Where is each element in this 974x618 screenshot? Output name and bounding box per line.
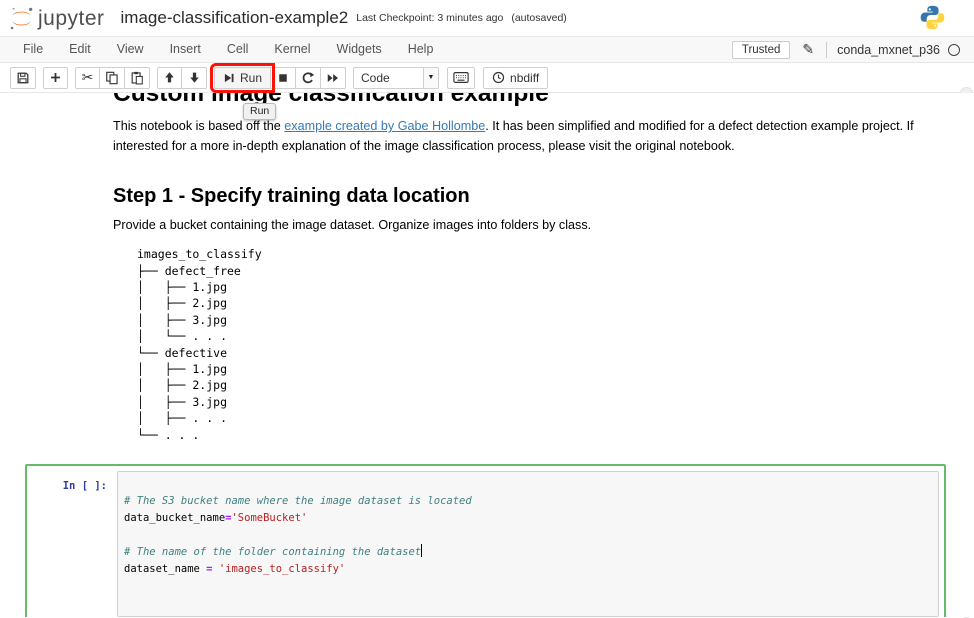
code-line: # The name of the folder containing the … xyxy=(124,544,932,561)
autosave-status: (autosaved) xyxy=(511,12,567,24)
gabe-hollombe-link[interactable]: example created by Gabe Hollombe xyxy=(284,119,485,133)
tree-line: ├── defect_free xyxy=(137,263,241,278)
tree-line: │ ├── 2.jpg xyxy=(137,378,228,393)
menu-file[interactable]: File xyxy=(10,37,56,62)
nbdiff-icon xyxy=(492,71,505,84)
run-tooltip: Run xyxy=(243,103,277,120)
tree-line: │ ├── 3.jpg xyxy=(137,394,228,409)
tree-line: └── . . . xyxy=(137,427,200,442)
save-icon xyxy=(17,72,29,83)
move-cell-down-button[interactable] xyxy=(182,66,207,89)
move-up-icon xyxy=(165,72,174,83)
tree-line: │ ├── 1.jpg xyxy=(137,362,228,377)
move-down-icon xyxy=(189,72,199,83)
nbdiff-button-label: nbdiff xyxy=(510,70,540,85)
cell-prompt: In [ ]: xyxy=(62,480,107,493)
kernel-status-icon xyxy=(948,43,960,56)
code-string: 'images_to_classify' xyxy=(218,563,346,576)
menubar: File Edit View Insert Cell Kernel Widget… xyxy=(0,36,974,63)
tree-line: │ ├── 3.jpg xyxy=(137,312,228,327)
step1-paragraph: Provide a bucket containing the image da… xyxy=(113,218,592,233)
jupyter-logo[interactable]: jupyter xyxy=(8,5,105,32)
tree-line: │ ├── 1.jpg xyxy=(137,280,228,295)
restart-icon xyxy=(302,71,315,83)
cell-type-dropdown[interactable]: Code ▼ xyxy=(353,66,440,89)
checkpoint-status: Last Checkpoint: 3 minutes ago xyxy=(356,12,504,24)
paste-icon xyxy=(131,71,143,84)
directory-tree: images_to_classify ├── defect_free │ ├──… xyxy=(137,246,974,443)
notebook-container: Custom image classification example This… xyxy=(0,93,974,617)
header: jupyter image-classification-example2 La… xyxy=(0,0,974,36)
menu-items: File Edit View Insert Cell Kernel Widget… xyxy=(0,37,446,62)
code-line: # The S3 bucket name where the image dat… xyxy=(124,493,932,510)
restart-kernel-button[interactable] xyxy=(296,66,322,89)
menu-help[interactable]: Help xyxy=(395,37,447,62)
tree-line: │ └── . . . xyxy=(137,329,228,344)
tree-line: images_to_classify xyxy=(137,247,262,262)
run-icon xyxy=(224,73,234,82)
run-button[interactable]: Run xyxy=(209,62,276,93)
copy-cell-button[interactable] xyxy=(100,66,125,89)
paste-cell-button[interactable] xyxy=(125,66,150,89)
intro-paragraph: This notebook is based off the example c… xyxy=(113,117,956,156)
cut-cell-button[interactable]: ✂ xyxy=(75,66,100,89)
run-all-button[interactable] xyxy=(321,66,347,89)
edit-icon[interactable]: ✎ xyxy=(802,41,814,58)
code-editor[interactable]: # The S3 bucket name where the image dat… xyxy=(117,471,939,617)
copy-icon xyxy=(106,71,118,84)
code-line: data_bucket_name='SomeBucket' xyxy=(124,510,932,527)
dropdown-arrow-icon: ▼ xyxy=(423,67,439,88)
code-comment: # The S3 bucket name where the image dat… xyxy=(124,495,472,508)
menu-view[interactable]: View xyxy=(104,37,157,62)
code-variable: data_bucket_name xyxy=(124,512,226,525)
code-string: 'SomeBucket' xyxy=(231,512,308,525)
jupyter-planet-icon xyxy=(10,7,33,29)
kernel-name: conda_mxnet_p36 xyxy=(837,42,940,57)
code-comment: # The name of the folder containing the … xyxy=(124,546,422,559)
keyboard-icon xyxy=(453,72,469,83)
save-button[interactable] xyxy=(10,66,36,89)
menu-widgets[interactable]: Widgets xyxy=(324,37,395,62)
code-cell[interactable]: In [ ]: # The S3 bucket name where the i… xyxy=(25,464,946,617)
tree-line: │ ├── . . . xyxy=(137,411,228,426)
menu-edit[interactable]: Edit xyxy=(56,37,104,62)
fast-forward-icon xyxy=(327,73,339,82)
notebook-title[interactable]: image-classification-example2 xyxy=(121,8,349,28)
nbdiff-button[interactable]: nbdiff xyxy=(483,66,549,89)
command-palette-button[interactable] xyxy=(447,66,476,89)
tree-line: │ ├── 2.jpg xyxy=(137,296,228,311)
intro-text-before: This notebook is based off the xyxy=(113,119,285,134)
code-variable: dataset_name xyxy=(124,563,200,576)
stop-icon xyxy=(279,73,287,82)
trusted-badge[interactable]: Trusted xyxy=(731,40,791,59)
python-logo xyxy=(919,4,946,31)
step1-heading: Step 1 - Specify training data location xyxy=(113,185,470,208)
cut-icon: ✂ xyxy=(81,69,94,86)
code-line: dataset_name = 'images_to_classify' xyxy=(124,561,932,578)
menubar-right: Trusted ✎ conda_mxnet_p36 xyxy=(731,40,974,59)
jupyter-logo-text: jupyter xyxy=(38,7,105,30)
stop-button[interactable] xyxy=(271,66,297,89)
cell-type-selected: Code xyxy=(361,70,390,85)
run-button-label: Run xyxy=(240,70,263,85)
tree-line: └── defective xyxy=(137,345,228,360)
add-cell-icon xyxy=(51,73,60,82)
add-cell-button[interactable] xyxy=(43,66,68,89)
text-cursor xyxy=(421,544,423,558)
toolbar: ✂ Run Code ▼ nbdiff xyxy=(0,62,974,93)
code-operator: = xyxy=(199,563,219,576)
move-cell-up-button[interactable] xyxy=(157,66,182,89)
menu-insert[interactable]: Insert xyxy=(157,37,214,62)
menu-cell[interactable]: Cell xyxy=(214,37,262,62)
menu-kernel[interactable]: Kernel xyxy=(261,37,323,62)
menubar-divider xyxy=(826,41,828,58)
